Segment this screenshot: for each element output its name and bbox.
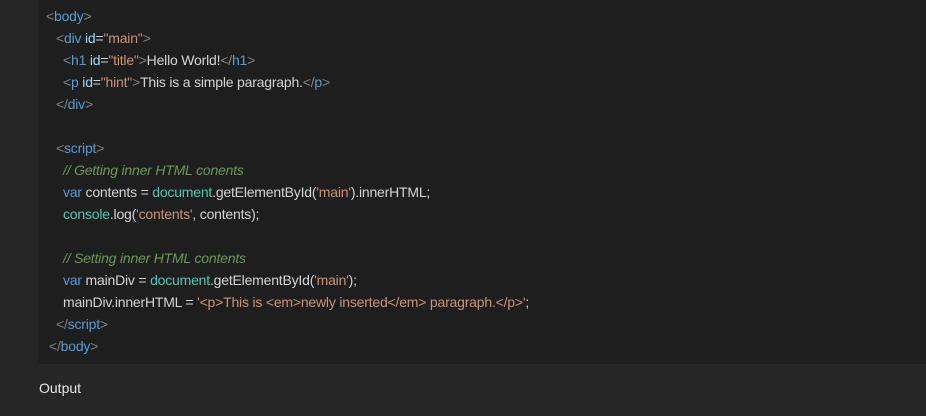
code-token: var: [63, 272, 82, 288]
code-token: body: [60, 338, 91, 354]
code-token: </: [302, 74, 315, 90]
code-token: 'contents': [136, 206, 193, 222]
code-token: ;: [525, 294, 530, 310]
code-token: console: [63, 206, 110, 222]
code-token: <: [56, 140, 64, 156]
code-token: >: [99, 316, 108, 332]
code-lines: <body> <div id="main"> <h1 id="title">Hell…: [38, 5, 529, 357]
code-line: // Getting inner HTML conents: [38, 159, 529, 181]
code-token: >: [247, 52, 256, 68]
code-token: "main": [103, 30, 143, 46]
code-token: This is a simple paragraph.: [140, 74, 303, 90]
code-line: console.log('contents', contents);: [38, 203, 529, 225]
code-token: "hint": [100, 74, 133, 90]
code-token: >: [132, 74, 141, 90]
code-token: mainDiv =: [81, 272, 151, 288]
code-token: =: [92, 74, 101, 90]
code-token: document: [152, 184, 213, 200]
code-token: );: [348, 272, 357, 288]
code-line: </script>: [38, 313, 529, 335]
code-line: </div>: [38, 93, 529, 115]
code-token: div: [63, 30, 82, 46]
code-token: script: [63, 140, 97, 156]
code-line: var mainDiv = document.getElementById('m…: [38, 269, 529, 291]
code-token: >: [83, 8, 92, 24]
code-line: </body>: [38, 335, 529, 357]
code-token: id: [84, 30, 96, 46]
code-token: mainDiv.innerHTML =: [63, 294, 198, 310]
code-line: <h1 id="title">Hello World!</h1>: [38, 49, 529, 71]
code-token: , contents);: [192, 206, 260, 222]
code-token: p: [70, 74, 79, 90]
code-token: .getElementById(: [212, 184, 317, 200]
code-token: </: [49, 338, 61, 354]
code-token: 'main': [314, 272, 349, 288]
code-token: "title": [108, 52, 139, 68]
code-line: <script>: [38, 137, 529, 159]
code-token: <: [46, 8, 54, 24]
code-token: document: [150, 272, 210, 288]
code-token: script: [67, 316, 100, 332]
code-token: .getElementById(: [209, 272, 315, 288]
code-line: <div id="main">: [38, 27, 529, 49]
code-token: contents =: [81, 184, 153, 200]
code-line: var contents = document.getElementById('…: [38, 181, 529, 203]
code-token: h1: [70, 52, 87, 68]
code-line: // Setting inner HTML contents: [38, 247, 529, 269]
code-token: div: [67, 96, 86, 112]
code-token: </: [56, 316, 68, 332]
code-token: body: [53, 8, 84, 24]
code-line: <body>: [38, 5, 529, 27]
code-line: <p id="hint">This is a simple paragraph.…: [38, 71, 529, 93]
code-token: .log(: [109, 206, 137, 222]
code-token: <: [56, 30, 64, 46]
code-token: // Setting inner HTML contents: [63, 250, 246, 266]
code-token: >: [138, 52, 147, 68]
code-token: ).innerHTML;: [350, 184, 431, 200]
code-token: id: [82, 74, 93, 90]
page: <body> <div id="main"> <h1 id="title">Hell…: [0, 0, 926, 416]
code-token: >: [322, 74, 330, 90]
code-token: h1: [231, 52, 248, 68]
code-token: id: [89, 52, 101, 68]
code-token: >: [96, 140, 105, 156]
code-token: var: [63, 184, 82, 200]
code-token: Hello World!: [146, 52, 221, 68]
output-heading: Output: [39, 380, 82, 396]
code-token: 'main': [316, 184, 351, 200]
code-token: // Getting inner HTML conents: [63, 162, 244, 178]
code-token: <: [63, 74, 71, 90]
code-token: </: [56, 96, 68, 112]
code-token: >: [84, 96, 93, 112]
code-token: >: [142, 30, 151, 46]
code-token: p: [314, 74, 323, 90]
code-token: <: [63, 52, 71, 68]
code-token: '<p>This is <em>newly inserted</em> para…: [197, 294, 526, 310]
code-token: </: [220, 52, 232, 68]
code-token: >: [90, 338, 99, 354]
code-example-block: <body> <div id="main"> <h1 id="title">Hell…: [38, 0, 926, 364]
code-line: mainDiv.innerHTML = '<p>This is <em>newl…: [38, 291, 529, 313]
